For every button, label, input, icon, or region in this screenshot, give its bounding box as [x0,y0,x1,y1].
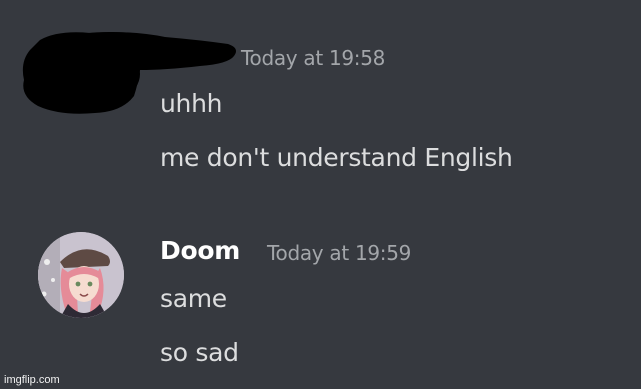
avatar[interactable] [38,232,124,318]
message-text: me don't understand English [160,143,513,172]
username[interactable]: Doom [160,236,240,265]
message-text: uhhh [160,89,223,118]
message-text: so sad [160,338,239,367]
message-text: same [160,284,227,313]
message-timestamp: Today at 19:58 [241,46,386,70]
user-avatar-icon [38,232,124,318]
message-timestamp: Today at 19:59 [267,241,412,265]
watermark: imgflip.com [4,374,60,386]
